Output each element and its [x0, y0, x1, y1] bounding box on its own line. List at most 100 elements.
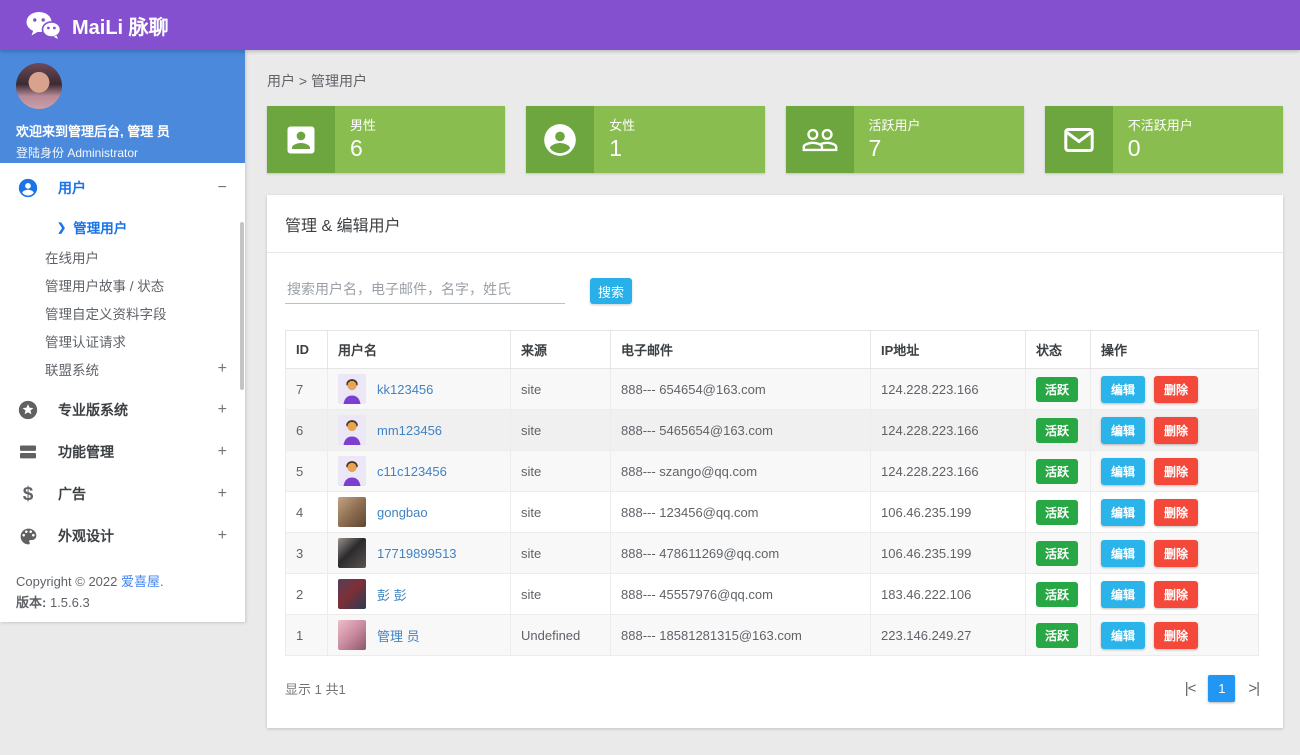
- cell-ip: 124.228.223.166: [871, 451, 1026, 492]
- cell-username: kk123456: [328, 369, 511, 410]
- table-row: 6mm123456site888--- 5465654@163.com124.2…: [286, 410, 1259, 451]
- username-link[interactable]: 17719899513: [377, 546, 457, 561]
- cell-source: site: [511, 369, 611, 410]
- delete-button[interactable]: 删除: [1154, 622, 1198, 649]
- submenu-item-online-users[interactable]: 在线用户: [0, 243, 245, 271]
- edit-button[interactable]: 编辑: [1101, 417, 1145, 444]
- delete-button[interactable]: 删除: [1154, 458, 1198, 485]
- delete-button[interactable]: 删除: [1154, 540, 1198, 567]
- delete-button[interactable]: 删除: [1154, 417, 1198, 444]
- col-header-email: 电子邮件: [611, 331, 871, 369]
- cell-actions: 编辑删除: [1091, 574, 1259, 615]
- submenu-item-custom-fields[interactable]: 管理自定义资料字段: [0, 299, 245, 327]
- cell-id: 6: [286, 410, 328, 451]
- cell-ip: 106.46.235.199: [871, 533, 1026, 574]
- username-link[interactable]: kk123456: [377, 382, 433, 397]
- edit-button[interactable]: 编辑: [1101, 581, 1145, 608]
- delete-button[interactable]: 删除: [1154, 499, 1198, 526]
- sidebar-item-label: 广告: [58, 484, 218, 504]
- brand-title: MaiLi 脉聊: [72, 11, 169, 40]
- cell-ip: 106.46.235.199: [871, 492, 1026, 533]
- vendor-link[interactable]: 爱喜屋: [121, 574, 160, 589]
- search-button[interactable]: 搜索: [590, 278, 632, 304]
- expand-plus-icon[interactable]: +: [218, 527, 227, 545]
- submenu-item-affiliate-system[interactable]: 联盟系统 +: [0, 355, 245, 383]
- version-value: 1.5.6.3: [46, 595, 89, 610]
- username-link[interactable]: c11c123456: [377, 464, 447, 479]
- mail-outline-icon: [1045, 106, 1113, 173]
- cell-source: Undefined: [511, 615, 611, 656]
- edit-button[interactable]: 编辑: [1101, 458, 1145, 485]
- expand-plus-icon[interactable]: +: [218, 360, 227, 378]
- brand: MaiLi 脉聊: [26, 11, 169, 40]
- sidebar-scrollbar[interactable]: [240, 222, 244, 390]
- cell-email: 888--- 478611269@qq.com: [611, 533, 871, 574]
- username-link[interactable]: gongbao: [377, 505, 428, 520]
- submenu-item-manage-users[interactable]: ❯ 管理用户: [0, 211, 245, 243]
- sidebar-item-label: 专业版系统: [58, 400, 218, 420]
- cell-actions: 编辑删除: [1091, 533, 1259, 574]
- table-footer: 显示 1 共1 |< 1 >|: [267, 656, 1283, 702]
- edit-button[interactable]: 编辑: [1101, 499, 1145, 526]
- submenu-item-user-stories[interactable]: 管理用户故事 / 状态: [0, 271, 245, 299]
- table-row: 1管理 员Undefined888--- 18581281315@163.com…: [286, 615, 1259, 656]
- users-submenu: ❯ 管理用户 在线用户 管理用户故事 / 状态 管理自定义资料字段 管理认证请求…: [0, 209, 245, 389]
- cell-status: 活跃: [1026, 369, 1091, 410]
- cell-actions: 编辑删除: [1091, 369, 1259, 410]
- username-link[interactable]: 彭 彭: [377, 585, 407, 604]
- user-avatar: [338, 374, 366, 404]
- table-row: 5c11c123456site888--- szango@qq.com124.2…: [286, 451, 1259, 492]
- cell-id: 7: [286, 369, 328, 410]
- cell-ip: 124.228.223.166: [871, 410, 1026, 451]
- status-badge: 活跃: [1036, 541, 1078, 566]
- pagination: |< 1 >|: [1185, 675, 1259, 702]
- edit-button[interactable]: 编辑: [1101, 376, 1145, 403]
- cell-source: site: [511, 574, 611, 615]
- stat-card-male: 男性 6: [267, 106, 505, 173]
- cell-id: 4: [286, 492, 328, 533]
- user-circle-icon: [16, 177, 40, 199]
- status-badge: 活跃: [1036, 582, 1078, 607]
- role-text: 登陆身份 Administrator: [16, 144, 229, 161]
- expand-plus-icon[interactable]: +: [218, 443, 227, 461]
- cell-email: 888--- 45557976@qq.com: [611, 574, 871, 615]
- stat-card-inactive-users: 不活跃用户 0: [1045, 106, 1283, 173]
- username-link[interactable]: 管理 员: [377, 626, 420, 645]
- submenu-item-verification-requests[interactable]: 管理认证请求: [0, 327, 245, 355]
- cell-status: 活跃: [1026, 410, 1091, 451]
- users-table-wrap: ID 用户名 来源 电子邮件 IP地址 状态 操作 7kk123456site8…: [267, 320, 1283, 656]
- search-input[interactable]: [285, 275, 565, 304]
- breadcrumb: 用户 > 管理用户: [267, 71, 1283, 91]
- expand-plus-icon[interactable]: +: [218, 401, 227, 419]
- sidebar-item-appearance[interactable]: 外观设计 +: [0, 515, 245, 557]
- delete-button[interactable]: 删除: [1154, 376, 1198, 403]
- people-outline-icon: [786, 106, 854, 173]
- sidebar-item-pro-system[interactable]: 专业版系统 +: [0, 389, 245, 431]
- sidebar-item-ads[interactable]: $ 广告 +: [0, 473, 245, 515]
- first-page-icon[interactable]: |<: [1185, 680, 1196, 697]
- edit-button[interactable]: 编辑: [1101, 622, 1145, 649]
- users-table: ID 用户名 来源 电子邮件 IP地址 状态 操作 7kk123456site8…: [285, 330, 1259, 656]
- edit-button[interactable]: 编辑: [1101, 540, 1145, 567]
- sidebar-item-feature-management[interactable]: 功能管理 +: [0, 431, 245, 473]
- cell-actions: 编辑删除: [1091, 492, 1259, 533]
- user-avatar: [338, 497, 366, 527]
- last-page-icon[interactable]: >|: [1248, 680, 1259, 697]
- cell-ip: 223.146.249.27: [871, 615, 1026, 656]
- current-page-button[interactable]: 1: [1208, 675, 1235, 702]
- expand-plus-icon[interactable]: +: [218, 485, 227, 503]
- cell-username: gongbao: [328, 492, 511, 533]
- sidebar-item-label: 功能管理: [58, 442, 218, 462]
- sidebar-item-label: 用户: [58, 178, 218, 198]
- delete-button[interactable]: 删除: [1154, 581, 1198, 608]
- collapse-minus-icon[interactable]: −: [218, 179, 227, 197]
- user-avatar: [338, 620, 366, 650]
- username-link[interactable]: mm123456: [377, 423, 442, 438]
- cell-email: 888--- 123456@qq.com: [611, 492, 871, 533]
- submenu-label: 管理认证请求: [45, 331, 227, 351]
- sidebar-item-users[interactable]: 用户 −: [0, 167, 245, 209]
- table-row: 4gongbaosite888--- 123456@qq.com106.46.2…: [286, 492, 1259, 533]
- cell-status: 活跃: [1026, 615, 1091, 656]
- cell-ip: 183.46.222.106: [871, 574, 1026, 615]
- palette-icon: [16, 526, 40, 547]
